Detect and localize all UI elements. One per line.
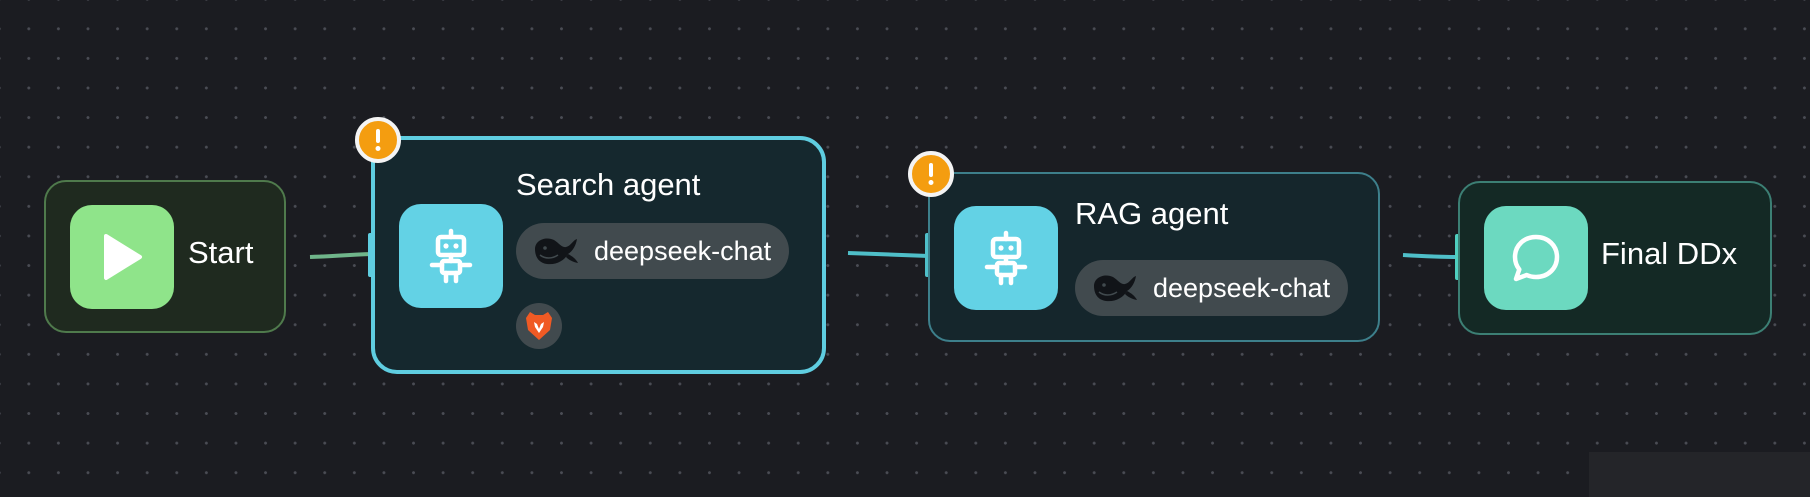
search-agent-icon-tile (399, 204, 503, 308)
exclamation-icon (375, 129, 381, 151)
search-agent-tool-chip[interactable] (516, 303, 562, 349)
edge-start-to-search[interactable] (309, 252, 373, 259)
edge-rag-to-final[interactable] (1402, 253, 1460, 259)
search-agent-warning-badge[interactable] (355, 117, 401, 163)
rag-agent-model-chip[interactable]: deepseek-chat (1075, 260, 1349, 316)
search-agent-node[interactable]: Search agent deepseek-chat (355, 117, 826, 374)
minimap-panel[interactable] (1589, 452, 1810, 497)
rag-agent-node[interactable]: RAG agent deepseek-chat (908, 151, 1380, 342)
exclamation-icon (928, 163, 934, 185)
edge-search-to-rag[interactable] (847, 251, 930, 258)
start-node[interactable]: Start (44, 180, 286, 333)
deepseek-whale-icon (1094, 275, 1137, 302)
start-node-title: Start (188, 235, 254, 270)
rag-agent-model-label: deepseek-chat (1153, 272, 1331, 303)
robot-icon (984, 230, 1028, 286)
final-ddx-icon-tile (1484, 206, 1588, 310)
final-ddx-node[interactable]: Final DDx (1458, 181, 1772, 335)
rag-agent-warning-badge[interactable] (908, 151, 954, 197)
search-agent-model-chip[interactable]: deepseek-chat (516, 223, 790, 279)
search-agent-model-label: deepseek-chat (594, 235, 772, 266)
robot-icon (429, 228, 473, 284)
final-ddx-title: Final DDx (1601, 236, 1738, 271)
rag-agent-icon-tile (954, 206, 1058, 310)
play-icon (104, 234, 142, 280)
brave-lion-icon (526, 312, 552, 340)
deepseek-whale-icon (535, 238, 578, 265)
start-icon-tile (70, 205, 174, 309)
rag-agent-title: RAG agent (1075, 196, 1229, 231)
workflow-canvas[interactable]: Start Search agent deepseek-chat RAG age… (0, 0, 1810, 497)
search-agent-title: Search agent (516, 167, 701, 202)
chat-bubble-icon (1512, 234, 1560, 282)
